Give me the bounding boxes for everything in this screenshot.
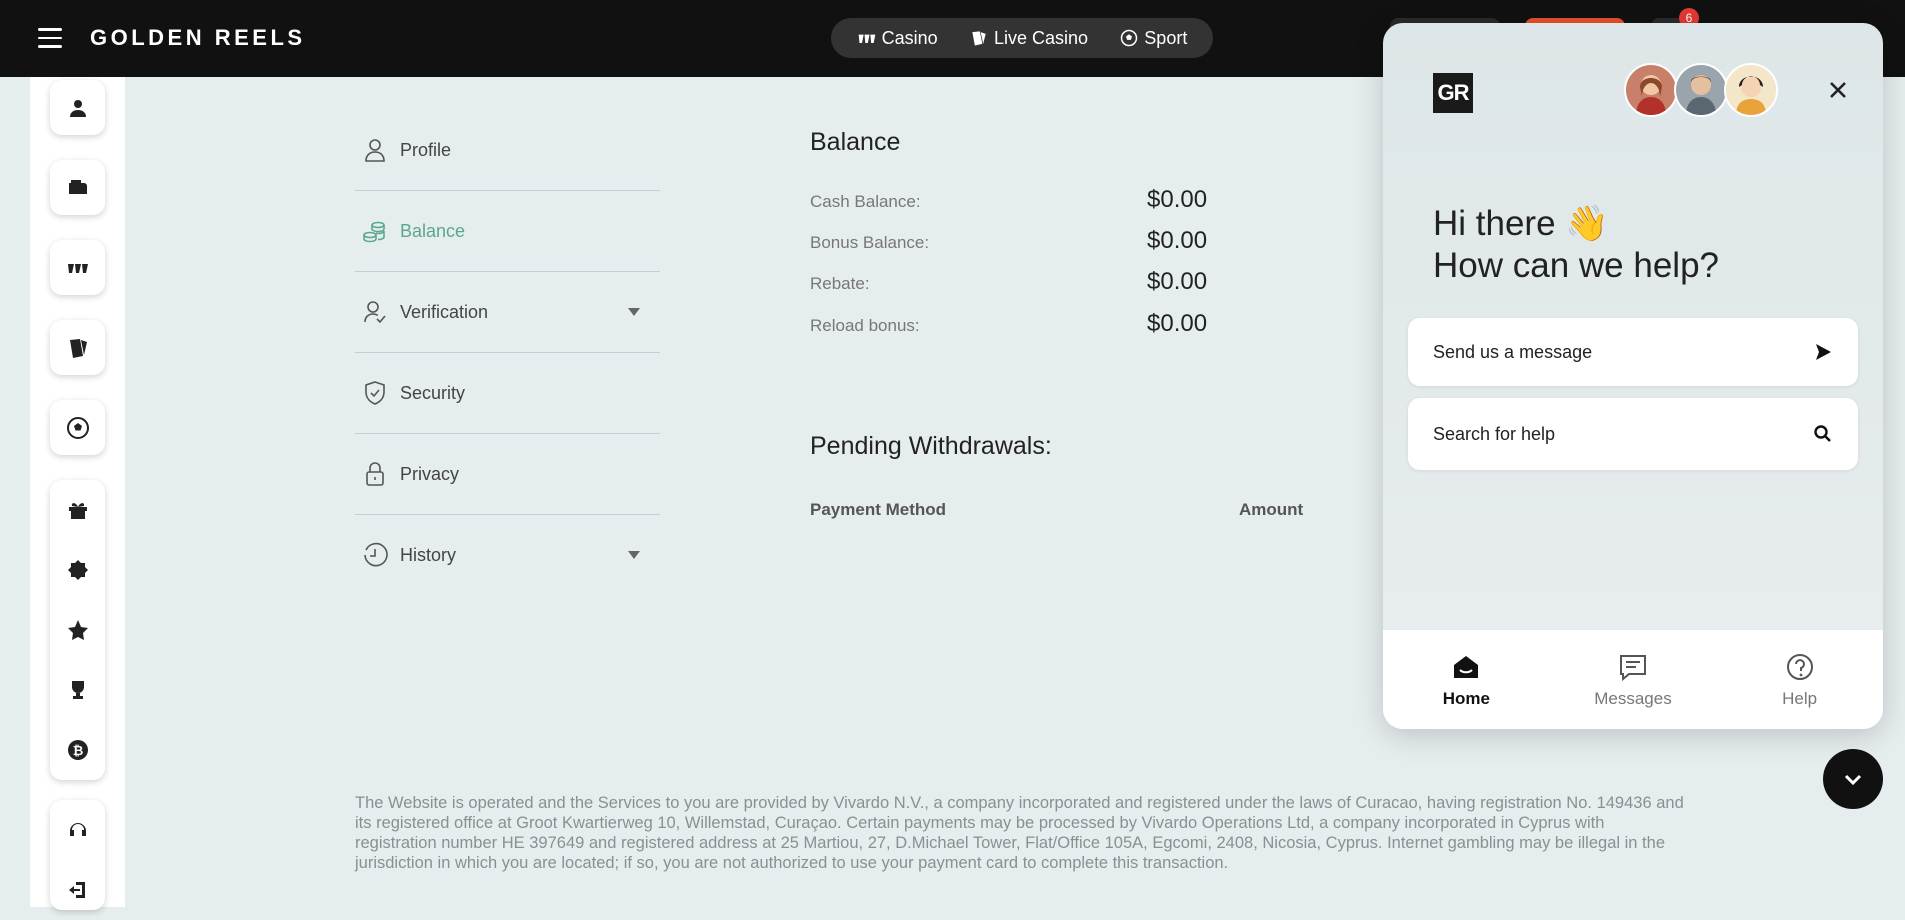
avatar bbox=[1674, 63, 1728, 117]
menu-item-balance[interactable]: Balance bbox=[355, 191, 660, 272]
user-outline-icon bbox=[361, 136, 389, 164]
menu-item-profile[interactable]: Profile bbox=[355, 110, 660, 191]
sidebar-support-button[interactable] bbox=[50, 800, 105, 860]
lock-icon bbox=[361, 460, 389, 488]
promo-badge-icon bbox=[67, 560, 88, 580]
chevron-down-icon[interactable] bbox=[628, 308, 640, 316]
slots-icon bbox=[858, 34, 875, 43]
trophy-icon bbox=[71, 681, 84, 699]
tab-messages[interactable]: Messages bbox=[1568, 651, 1698, 709]
sidebar-gift-button[interactable] bbox=[50, 480, 105, 540]
search-help-button[interactable]: Search for help bbox=[1408, 398, 1858, 470]
coins-icon bbox=[361, 217, 389, 245]
send-icon bbox=[1816, 344, 1831, 360]
column-payment-method: Payment Method bbox=[810, 500, 947, 519]
wallet-icon bbox=[68, 179, 87, 194]
tab-home[interactable]: Home bbox=[1401, 651, 1531, 709]
menu-item-history[interactable]: History bbox=[355, 515, 660, 595]
balance-row-cash: Cash Balance: $0.00 bbox=[810, 186, 1208, 213]
account-menu: Profile Balance Verification Security Pr… bbox=[355, 110, 660, 595]
send-message-button[interactable]: Send us a message bbox=[1408, 318, 1858, 386]
soccer-ball-icon bbox=[1121, 29, 1138, 47]
chevron-down-icon[interactable] bbox=[628, 551, 640, 559]
menu-icon[interactable] bbox=[38, 28, 62, 48]
sidebar-tournaments-button[interactable] bbox=[50, 660, 105, 720]
shield-icon bbox=[361, 379, 389, 407]
user-check-icon bbox=[361, 298, 389, 326]
menu-item-privacy[interactable]: Privacy bbox=[355, 434, 660, 515]
balance-row-rebate: Rebate: $0.00 bbox=[810, 268, 1208, 295]
avatar bbox=[1724, 63, 1778, 117]
chat-widget: GR Hi there 👋 How can we help? Send us a… bbox=[1383, 23, 1883, 729]
cards-icon bbox=[972, 31, 986, 46]
gift-icon bbox=[68, 503, 87, 519]
column-amount: Amount bbox=[1239, 500, 1304, 519]
chat-logo: GR bbox=[1433, 73, 1473, 113]
sidebar-live-casino-button[interactable] bbox=[50, 320, 105, 375]
sidebar-support-group bbox=[50, 800, 105, 910]
nav-casino[interactable]: Casino bbox=[857, 28, 938, 49]
soccer-ball-icon bbox=[66, 416, 89, 439]
sidebar-casino-button[interactable] bbox=[50, 240, 105, 295]
search-icon bbox=[1814, 425, 1831, 442]
sidebar-wallet-button[interactable] bbox=[50, 160, 105, 215]
bitcoin-icon: ₿ bbox=[67, 740, 88, 760]
star-icon bbox=[67, 620, 88, 640]
legal-footer: The Website is operated and the Services… bbox=[355, 794, 1684, 872]
pending-withdrawals-title: Pending Withdrawals: bbox=[810, 432, 1052, 460]
sidebar-logout-button[interactable] bbox=[50, 860, 105, 920]
sidebar-promotions-group: ₿ bbox=[50, 480, 105, 780]
sidebar-profile-button[interactable] bbox=[50, 80, 105, 135]
help-icon bbox=[1786, 653, 1813, 680]
sidebar-promo-button[interactable] bbox=[50, 540, 105, 600]
balance-title: Balance bbox=[810, 128, 901, 156]
product-nav: Casino Live Casino Sport bbox=[831, 18, 1213, 58]
menu-item-verification[interactable]: Verification bbox=[355, 272, 660, 353]
balance-row-reload: Reload bonus: $0.00 bbox=[810, 310, 1208, 337]
sidebar-sport-button[interactable] bbox=[50, 400, 105, 455]
balance-row-bonus: Bonus Balance: $0.00 bbox=[810, 227, 1208, 254]
svg-text:₿: ₿ bbox=[72, 744, 83, 759]
agent-avatars bbox=[1624, 63, 1778, 117]
slots-icon bbox=[67, 263, 88, 273]
chat-greeting: Hi there 👋 How can we help? bbox=[1433, 204, 1719, 285]
tab-help[interactable]: Help bbox=[1735, 651, 1865, 709]
nav-sport[interactable]: Sport bbox=[1119, 28, 1187, 49]
sidebar-favorites-button[interactable] bbox=[50, 600, 105, 660]
home-icon bbox=[1454, 655, 1479, 678]
sidebar: ₿ bbox=[30, 77, 125, 910]
avatar bbox=[1624, 63, 1678, 117]
cards-icon bbox=[69, 338, 87, 358]
clock-icon bbox=[361, 541, 389, 569]
logout-icon bbox=[68, 882, 85, 898]
messages-icon bbox=[1619, 654, 1646, 681]
user-icon bbox=[69, 99, 86, 117]
close-icon[interactable] bbox=[1823, 75, 1853, 105]
nav-live-casino[interactable]: Live Casino bbox=[969, 28, 1088, 49]
chevron-down-icon bbox=[1844, 774, 1862, 786]
sidebar-crypto-button[interactable]: ₿ bbox=[50, 720, 105, 780]
chat-tab-bar: Home Messages Help bbox=[1383, 630, 1883, 729]
chat-toggle-button[interactable] bbox=[1823, 749, 1883, 809]
brand-logo[interactable]: GOLDEN REELS bbox=[90, 25, 306, 51]
menu-item-security[interactable]: Security bbox=[355, 353, 660, 434]
support-icon bbox=[69, 823, 86, 836]
